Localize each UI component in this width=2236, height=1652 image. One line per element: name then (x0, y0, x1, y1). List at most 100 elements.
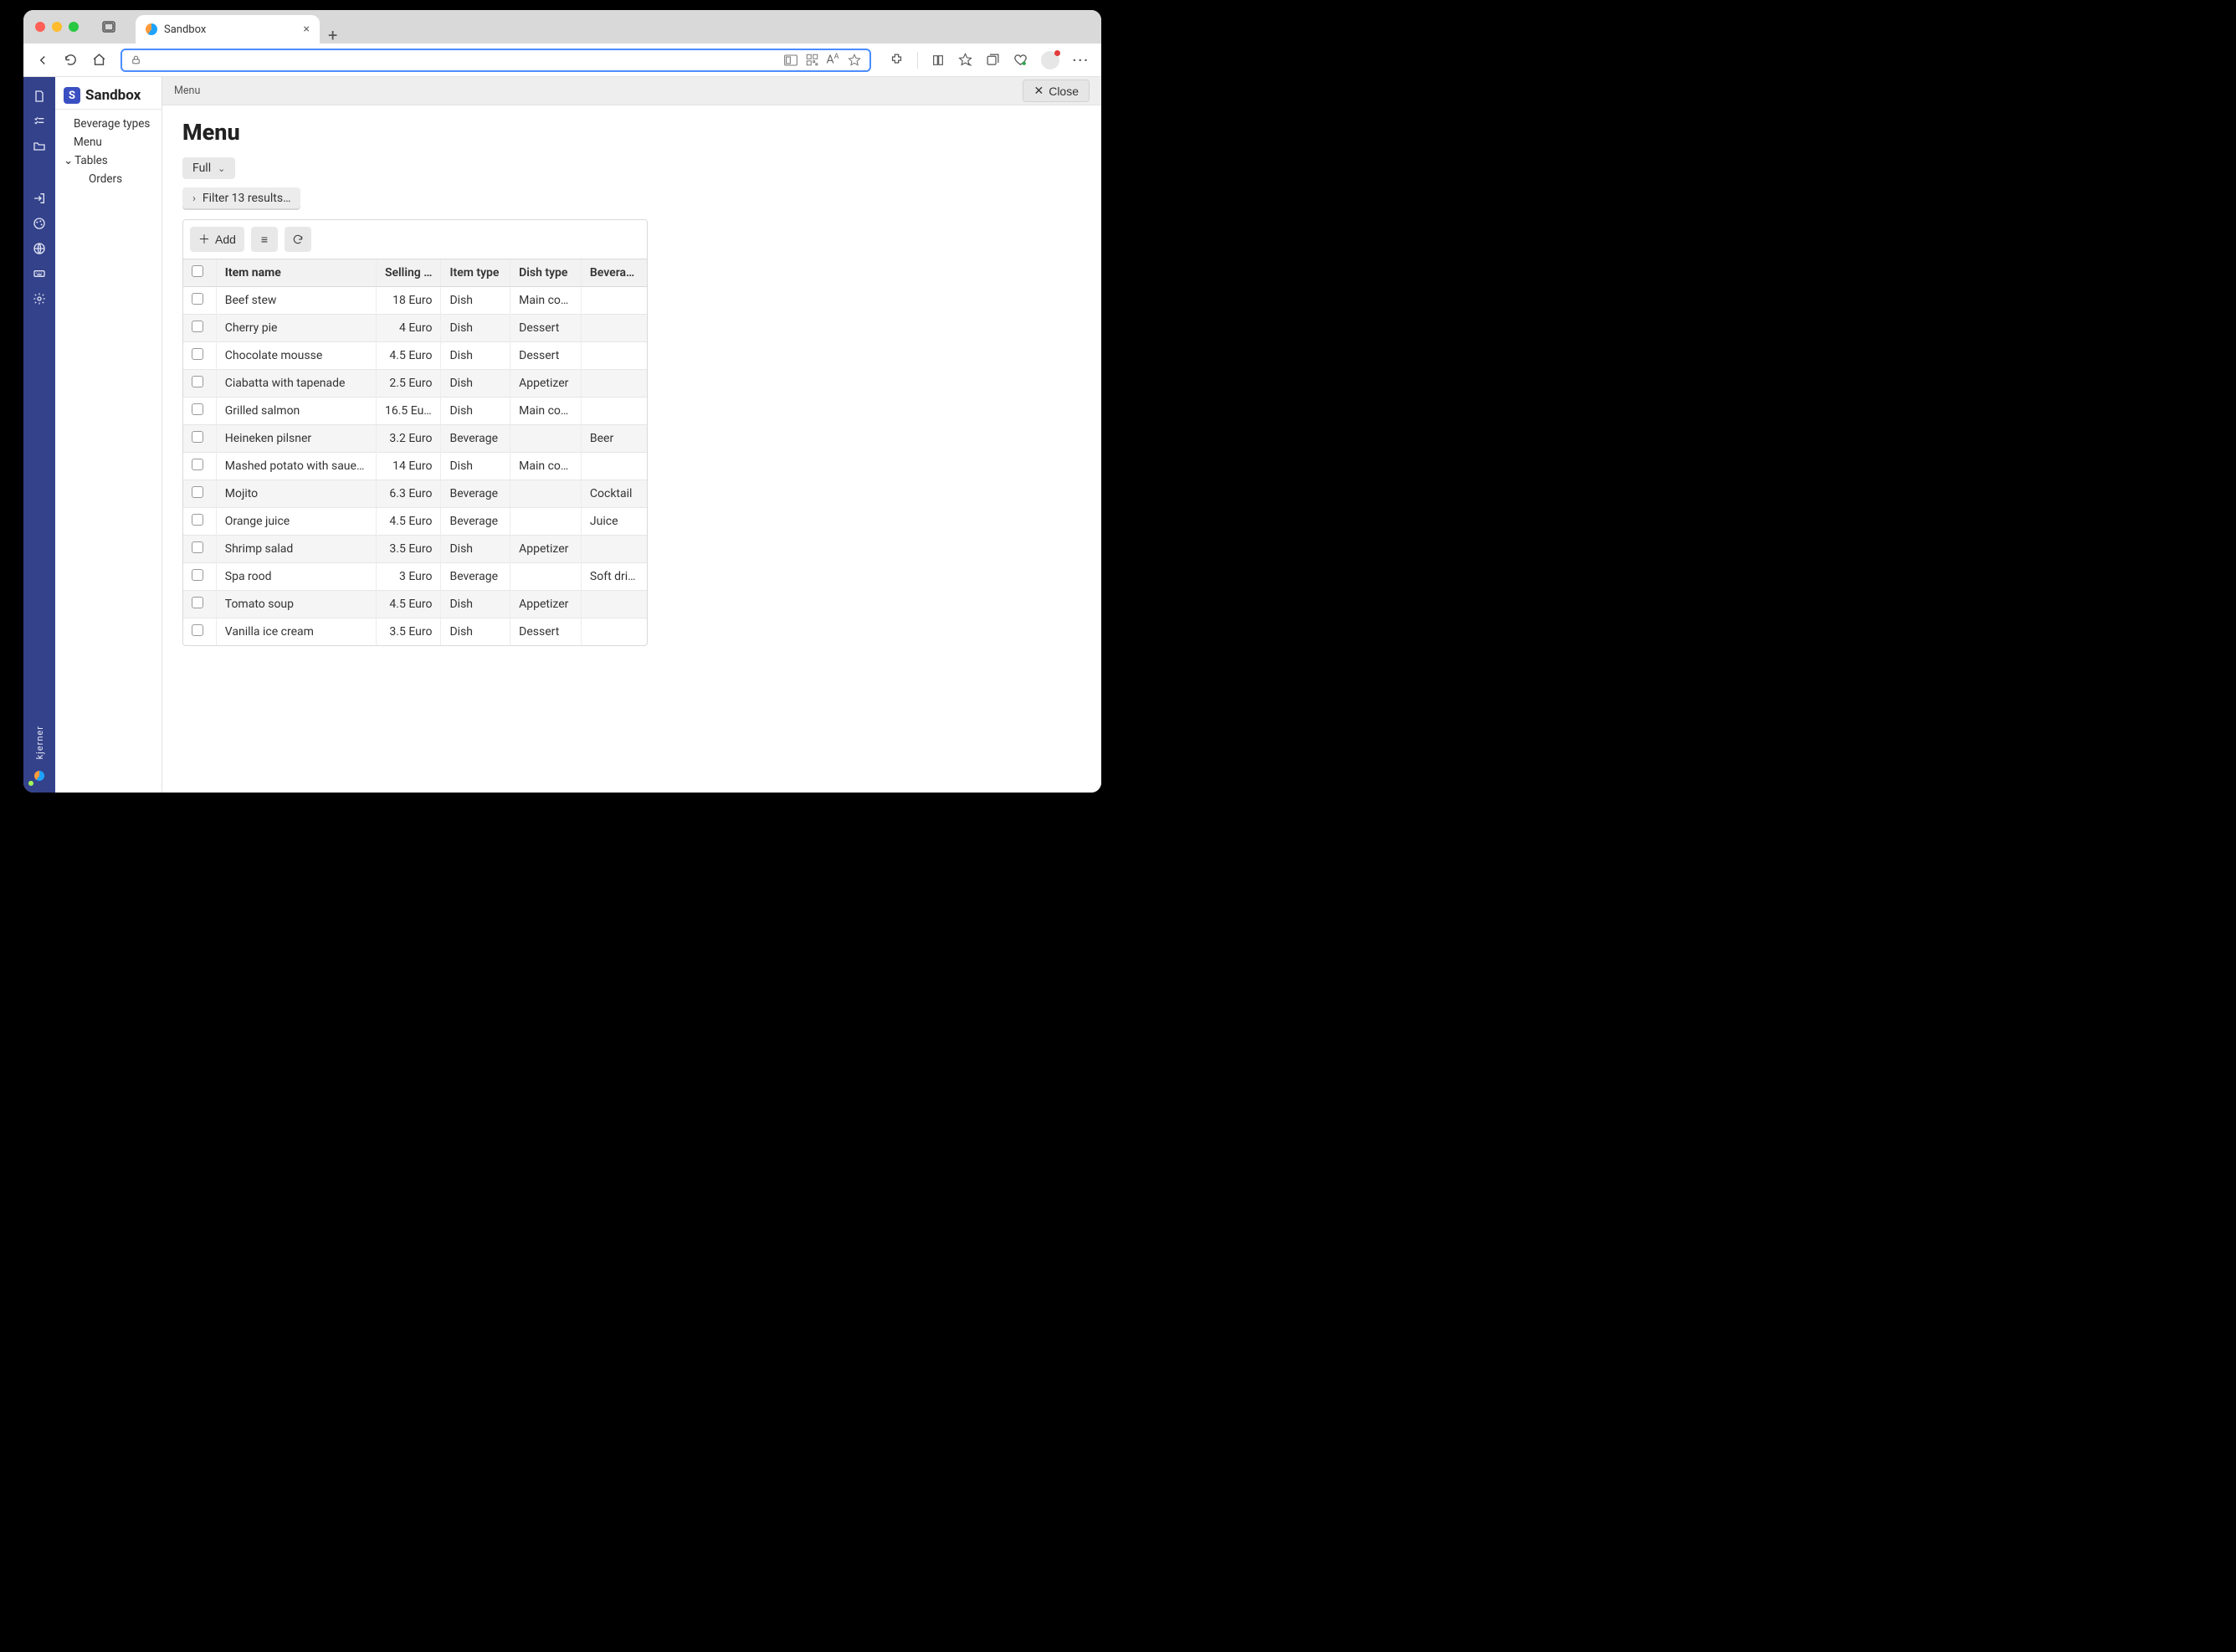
chevron-down-icon: ⌄ (64, 154, 72, 167)
close-button[interactable]: ✕ Close (1023, 80, 1090, 102)
cell-item-type: Dish (441, 315, 510, 342)
list-options-button[interactable]: ≡ (251, 227, 278, 252)
rail-keyboard-icon[interactable] (23, 261, 55, 286)
rail-login-icon[interactable] (23, 186, 55, 211)
table-row[interactable]: Mashed potato with sauerkraut14 EuroDish… (183, 453, 647, 480)
checkbox-icon (192, 403, 203, 415)
rail-document-icon[interactable] (23, 84, 55, 109)
back-button[interactable] (35, 53, 52, 68)
home-button[interactable] (92, 53, 109, 67)
table-row[interactable]: Heineken pilsner3.2 EuroBeverageBeer (183, 425, 647, 453)
nav-item-beverage-types[interactable]: Beverage types (55, 115, 162, 133)
table-row[interactable]: Orange juice4.5 EuroBeverageJuice (183, 508, 647, 536)
cell-price: 3.5 Euro (376, 536, 441, 563)
cell-item-name: Beef stew (216, 287, 376, 315)
row-checkbox[interactable] (183, 591, 216, 618)
row-checkbox[interactable] (183, 425, 216, 453)
nav-item-menu[interactable]: Menu (55, 133, 162, 151)
text-size-icon[interactable]: AA (827, 53, 839, 67)
checkbox-icon (192, 514, 203, 526)
filter-button[interactable]: › Filter 13 results… (182, 187, 300, 209)
star-icon-addr[interactable] (848, 54, 861, 67)
row-checkbox[interactable] (183, 342, 216, 370)
col-selling-price[interactable]: Selling price (376, 259, 441, 287)
table-row[interactable]: Chocolate mousse4.5 EuroDishDessert (183, 342, 647, 370)
row-checkbox[interactable] (183, 398, 216, 425)
row-checkbox[interactable] (183, 480, 216, 508)
book-icon[interactable] (931, 54, 945, 67)
profile-avatar[interactable] (1041, 51, 1059, 69)
col-item-type[interactable]: Item type (441, 259, 510, 287)
plus-icon: ＋ (198, 231, 210, 248)
col-dish-type[interactable]: Dish type (510, 259, 582, 287)
row-checkbox[interactable] (183, 536, 216, 563)
row-checkbox[interactable] (183, 563, 216, 591)
cell-price: 3 Euro (376, 563, 441, 591)
tab-overview-icon[interactable] (102, 21, 115, 33)
nav-item-tables[interactable]: ⌄ Tables (55, 151, 162, 170)
window-maximize-button[interactable] (69, 22, 79, 32)
checkbox-icon (192, 348, 203, 360)
page-title: Menu (182, 119, 1081, 146)
cell-beverage-type (581, 398, 647, 425)
sync-icon (292, 233, 304, 245)
table-row[interactable]: Beef stew18 EuroDishMain course (183, 287, 647, 315)
cell-dish-type: Appetizer (510, 370, 582, 398)
table-row[interactable]: Mojito6.3 EuroBeverageCocktail (183, 480, 647, 508)
cell-item-type: Dish (441, 287, 510, 315)
table-row[interactable]: Tomato soup4.5 EuroDishAppetizer (183, 591, 647, 618)
tab-close-icon[interactable]: × (304, 23, 310, 35)
view-selector[interactable]: Full ⌄ (182, 157, 235, 179)
tab-title: Sandbox (164, 23, 206, 36)
checkbox-icon (192, 321, 203, 332)
toolbar-divider (917, 52, 918, 69)
row-checkbox[interactable] (183, 618, 216, 646)
row-checkbox[interactable] (183, 370, 216, 398)
table-row[interactable]: Vanilla ice cream3.5 EuroDishDessert (183, 618, 647, 646)
chevron-down-icon: ⌄ (218, 163, 225, 174)
browser-tab[interactable]: Sandbox × (136, 15, 320, 44)
qr-icon[interactable] (806, 54, 818, 66)
window-close-button[interactable] (35, 22, 45, 32)
collections-icon[interactable] (986, 53, 1000, 67)
app-title: S Sandbox (55, 82, 162, 110)
new-tab-button[interactable]: + (328, 27, 337, 44)
extensions-icon[interactable] (890, 53, 904, 67)
more-icon[interactable]: ··· (1073, 52, 1090, 68)
select-all-header[interactable] (183, 259, 216, 287)
heart-icon[interactable] (1013, 53, 1028, 67)
window-minimize-button[interactable] (52, 22, 62, 32)
favorites-icon[interactable] (958, 53, 972, 67)
table-container: ＋ Add ≡ (182, 219, 648, 646)
add-button[interactable]: ＋ Add (190, 227, 244, 252)
cell-item-name: Tomato soup (216, 591, 376, 618)
sync-button[interactable] (285, 227, 311, 252)
cell-item-name: Vanilla ice cream (216, 618, 376, 646)
table-row[interactable]: Cherry pie4 EuroDishDessert (183, 315, 647, 342)
row-checkbox[interactable] (183, 315, 216, 342)
col-item-name[interactable]: Item name (216, 259, 376, 287)
rail-brand-logo (34, 771, 44, 781)
row-checkbox[interactable] (183, 287, 216, 315)
table-row[interactable]: Shrimp salad3.5 EuroDishAppetizer (183, 536, 647, 563)
table-row[interactable]: Spa rood3 EuroBeverageSoft drink (183, 563, 647, 591)
rail-settings-icon[interactable] (23, 286, 55, 311)
reader-icon[interactable] (784, 54, 797, 66)
rail-checklist-icon[interactable] (23, 109, 55, 134)
rail-folder-icon[interactable] (23, 134, 55, 159)
rail-globe-icon[interactable] (23, 236, 55, 261)
address-bar[interactable]: AA (121, 49, 871, 72)
row-checkbox[interactable] (183, 508, 216, 536)
nav-item-orders[interactable]: Orders (55, 170, 162, 188)
cell-item-type: Dish (441, 342, 510, 370)
reload-button[interactable] (64, 53, 80, 67)
cell-item-type: Beverage (441, 425, 510, 453)
row-checkbox[interactable] (183, 453, 216, 480)
table-row[interactable]: Grilled salmon16.5 EuroDishMain course (183, 398, 647, 425)
breadcrumb-bar: Menu ✕ Close (162, 77, 1101, 105)
col-beverage-type[interactable]: Beverage ty (581, 259, 647, 287)
cell-item-type: Dish (441, 398, 510, 425)
table-row[interactable]: Ciabatta with tapenade2.5 EuroDishAppeti… (183, 370, 647, 398)
rail-palette-icon[interactable] (23, 211, 55, 236)
add-button-label: Add (215, 233, 236, 246)
